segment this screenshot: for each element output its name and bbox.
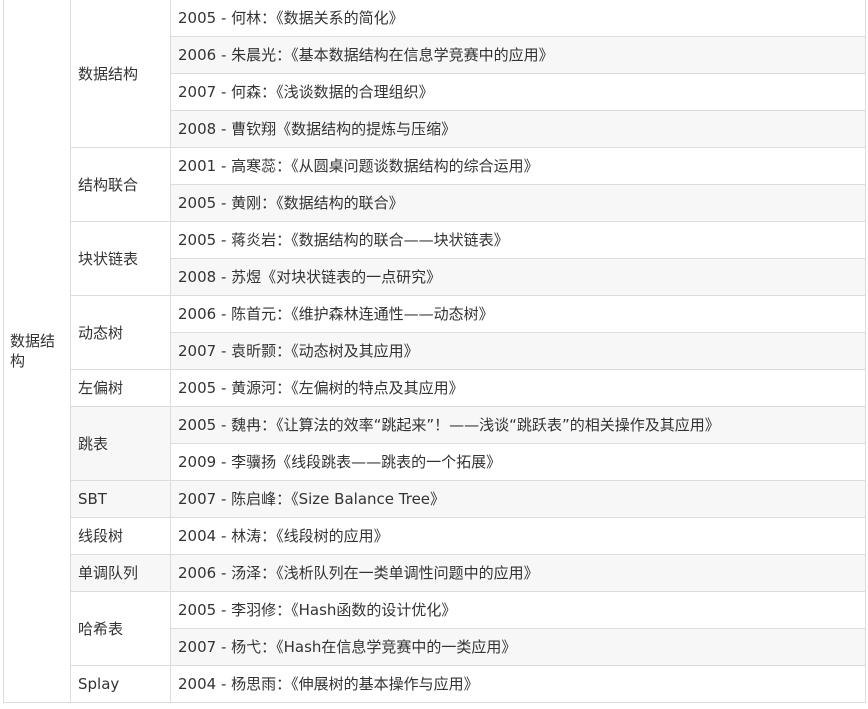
table-row: 块状链表 2005 - 蒋炎岩：《数据结构的联合——块状链表》	[4, 221, 866, 296]
paper-cell: 2001 - 高寒蕊：《从圆桌问题谈数据结构的综合运用》	[170, 147, 866, 185]
paper-cell: 2006 - 陈首元：《维护森林连通性——动态树》	[170, 295, 866, 333]
topic-cell: SBT	[70, 480, 171, 518]
paper-cell: 2009 - 李骥扬《线段跳表——跳表的一个拓展》	[170, 443, 866, 481]
table-row: SBT 2007 - 陈启峰：《Size Balance Tree》	[4, 480, 866, 518]
category-cell: 数据结构	[3, 0, 71, 703]
topic-cell: 动态树	[70, 295, 171, 370]
paper-cell: 2005 - 魏冉：《让算法的效率“跳起来”！——浅谈“跳跃表”的相关操作及其应…	[170, 406, 866, 444]
table-row: 跳表 2005 - 魏冉：《让算法的效率“跳起来”！——浅谈“跳跃表”的相关操作…	[4, 406, 866, 481]
table-row: 线段树 2004 - 林涛：《线段树的应用》	[4, 517, 866, 555]
topic-cell: 单调队列	[70, 554, 171, 592]
topic-cell: Splay	[70, 665, 171, 703]
table-row: 单调队列 2006 - 汤泽：《浅析队列在一类单调性问题中的应用》	[4, 554, 866, 592]
paper-cell: 2007 - 杨弋：《Hash在信息学竞赛中的一类应用》	[170, 628, 866, 666]
paper-cell: 2007 - 何森：《浅谈数据的合理组织》	[170, 73, 866, 111]
topic-cell: 哈希表	[70, 591, 171, 666]
paper-cell: 2005 - 何林：《数据关系的简化》	[170, 0, 866, 37]
paper-cell: 2008 - 曹钦翔《数据结构的提炼与压缩》	[170, 110, 866, 148]
paper-cell: 2005 - 蒋炎岩：《数据结构的联合——块状链表》	[170, 221, 866, 259]
papers-table: 数据结构 数据结构 2005 - 何林：《数据关系的简化》 2006 - 朱晨光…	[3, 0, 866, 703]
table-row: Splay 2004 - 杨思雨：《伸展树的基本操作与应用》	[4, 665, 866, 703]
table-row: 左偏树 2005 - 黄源河：《左偏树的特点及其应用》	[4, 369, 866, 407]
paper-cell: 2004 - 林涛：《线段树的应用》	[170, 517, 866, 555]
paper-cell: 2006 - 朱晨光：《基本数据结构在信息学竞赛中的应用》	[170, 36, 866, 74]
paper-cell: 2005 - 黄刚：《数据结构的联合》	[170, 184, 866, 222]
table-row: 数据结构 数据结构 2005 - 何林：《数据关系的简化》	[3, 0, 866, 703]
paper-cell: 2007 - 袁昕颢：《动态树及其应用》	[170, 332, 866, 370]
topic-cell: 线段树	[70, 517, 171, 555]
topic-cell: 跳表	[70, 406, 171, 481]
table-row: 动态树 2006 - 陈首元：《维护森林连通性——动态树》	[4, 295, 866, 370]
paper-cell: 2005 - 李羽修：《Hash函数的设计优化》	[170, 591, 866, 629]
table-row: 结构联合 2001 - 高寒蕊：《从圆桌问题谈数据结构的综合运用》	[4, 147, 866, 222]
paper-cell: 2007 - 陈启峰：《Size Balance Tree》	[170, 480, 866, 518]
topic-cell: 结构联合	[70, 147, 171, 222]
paper-cell: 2008 - 苏煜《对块状链表的一点研究》	[170, 258, 866, 296]
paper-cell: 2005 - 黄源河：《左偏树的特点及其应用》	[170, 369, 866, 407]
papers-table-body: 数据结构 数据结构 2005 - 何林：《数据关系的简化》 2006 - 朱晨光…	[3, 0, 866, 703]
paper-cell: 2004 - 杨思雨：《伸展树的基本操作与应用》	[170, 665, 866, 703]
topic-cell: 数据结构	[70, 0, 171, 148]
table-row: 哈希表 2005 - 李羽修：《Hash函数的设计优化》	[4, 591, 866, 666]
topic-cell: 块状链表	[70, 221, 171, 296]
paper-cell: 2006 - 汤泽：《浅析队列在一类单调性问题中的应用》	[170, 554, 866, 592]
topic-cell: 左偏树	[70, 369, 171, 407]
